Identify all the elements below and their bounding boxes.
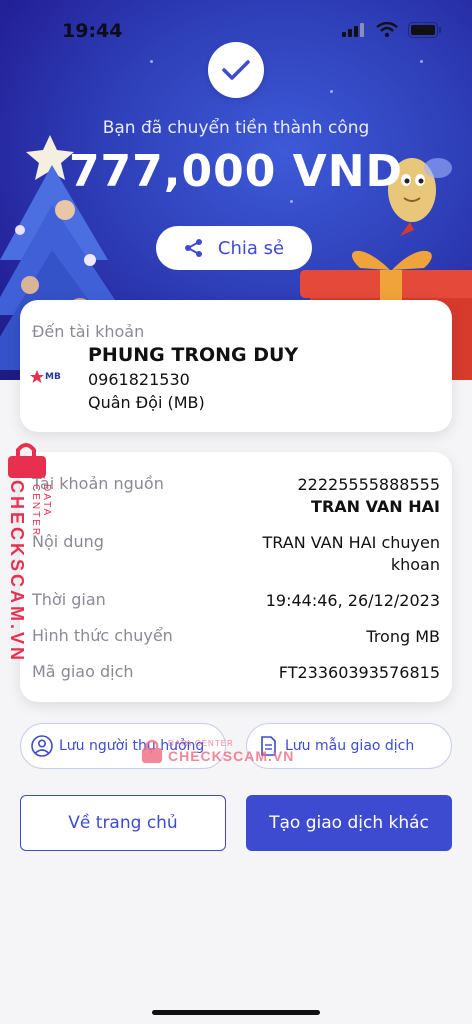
bank-logo-text: MB <box>45 372 61 382</box>
wifi-icon <box>376 22 398 38</box>
recipient-name: PHUNG TRONG DUY <box>88 344 299 366</box>
source-account-number: 22225555888555 <box>297 475 440 494</box>
watermark-brand: CHECKSCAM.VN <box>7 480 27 664</box>
watermark-center-sub: DATA CENTER <box>168 738 234 748</box>
new-transaction-button[interactable]: Tạo giao dịch khác <box>246 795 452 851</box>
watermark-sub: DATA CENTER <box>30 484 52 538</box>
status-icons <box>342 22 442 38</box>
home-button-label: Về trang chủ <box>68 813 178 833</box>
share-button-label: Chia sẻ <box>217 237 285 259</box>
sparkle <box>330 90 333 93</box>
sparkle <box>420 60 423 63</box>
transfer-amount: 777,000 VND <box>68 146 404 197</box>
content-value-line2: khoan <box>390 555 440 574</box>
new-transaction-label: Tạo giao dịch khác <box>269 813 429 833</box>
checkmark-icon <box>222 60 250 80</box>
sparkle <box>150 60 153 63</box>
recipient-bank-name: Quân Đội (MB) <box>88 393 205 412</box>
time-label: Thời gian <box>32 590 106 609</box>
home-button[interactable]: Về trang chủ <box>20 795 226 851</box>
status-time: 19:44 <box>62 20 123 42</box>
content-value-line1: TRAN VAN HAI chuyen <box>262 533 440 552</box>
home-indicator <box>152 1010 320 1015</box>
source-account-name: TRAN VAN HAI <box>311 497 440 516</box>
battery-icon <box>408 22 441 38</box>
method-value: Trong MB <box>366 627 440 646</box>
recipient-account-number: 0961821530 <box>88 370 190 389</box>
destination-account-card: Đến tài khoản MB PHUNG TRONG DUY 0961821… <box>20 300 452 432</box>
watermark-center-brand: CHECKSCAM.VN <box>168 747 295 764</box>
lock-icon <box>8 443 46 478</box>
sparkle <box>290 200 293 203</box>
success-message: Bạn đã chuyển tiền thành công <box>102 118 370 138</box>
save-template-label: Lưu mẫu giao dịch <box>285 738 415 754</box>
destination-label: Đến tài khoản <box>32 322 145 341</box>
share-icon <box>184 239 202 257</box>
success-check-badge <box>208 42 264 98</box>
mb-bank-logo: MB <box>30 368 64 386</box>
transaction-code-label: Mã giao dịch <box>32 662 134 681</box>
time-value: 19:44:46, 26/12/2023 <box>265 591 440 610</box>
watermark-center: DATA CENTER CHECKSCAM.VN <box>140 738 294 764</box>
method-label: Hình thức chuyển <box>32 626 173 645</box>
cellular-signal-icon <box>342 23 364 37</box>
share-button[interactable]: Chia sẻ <box>156 226 312 270</box>
transaction-code-value: FT23360393576815 <box>278 663 440 682</box>
star-icon <box>30 370 44 383</box>
lock-icon <box>142 739 162 763</box>
transaction-details-card: Tài khoản nguồn 22225555888555 TRAN VAN … <box>20 452 452 702</box>
user-circle-icon <box>31 735 53 757</box>
